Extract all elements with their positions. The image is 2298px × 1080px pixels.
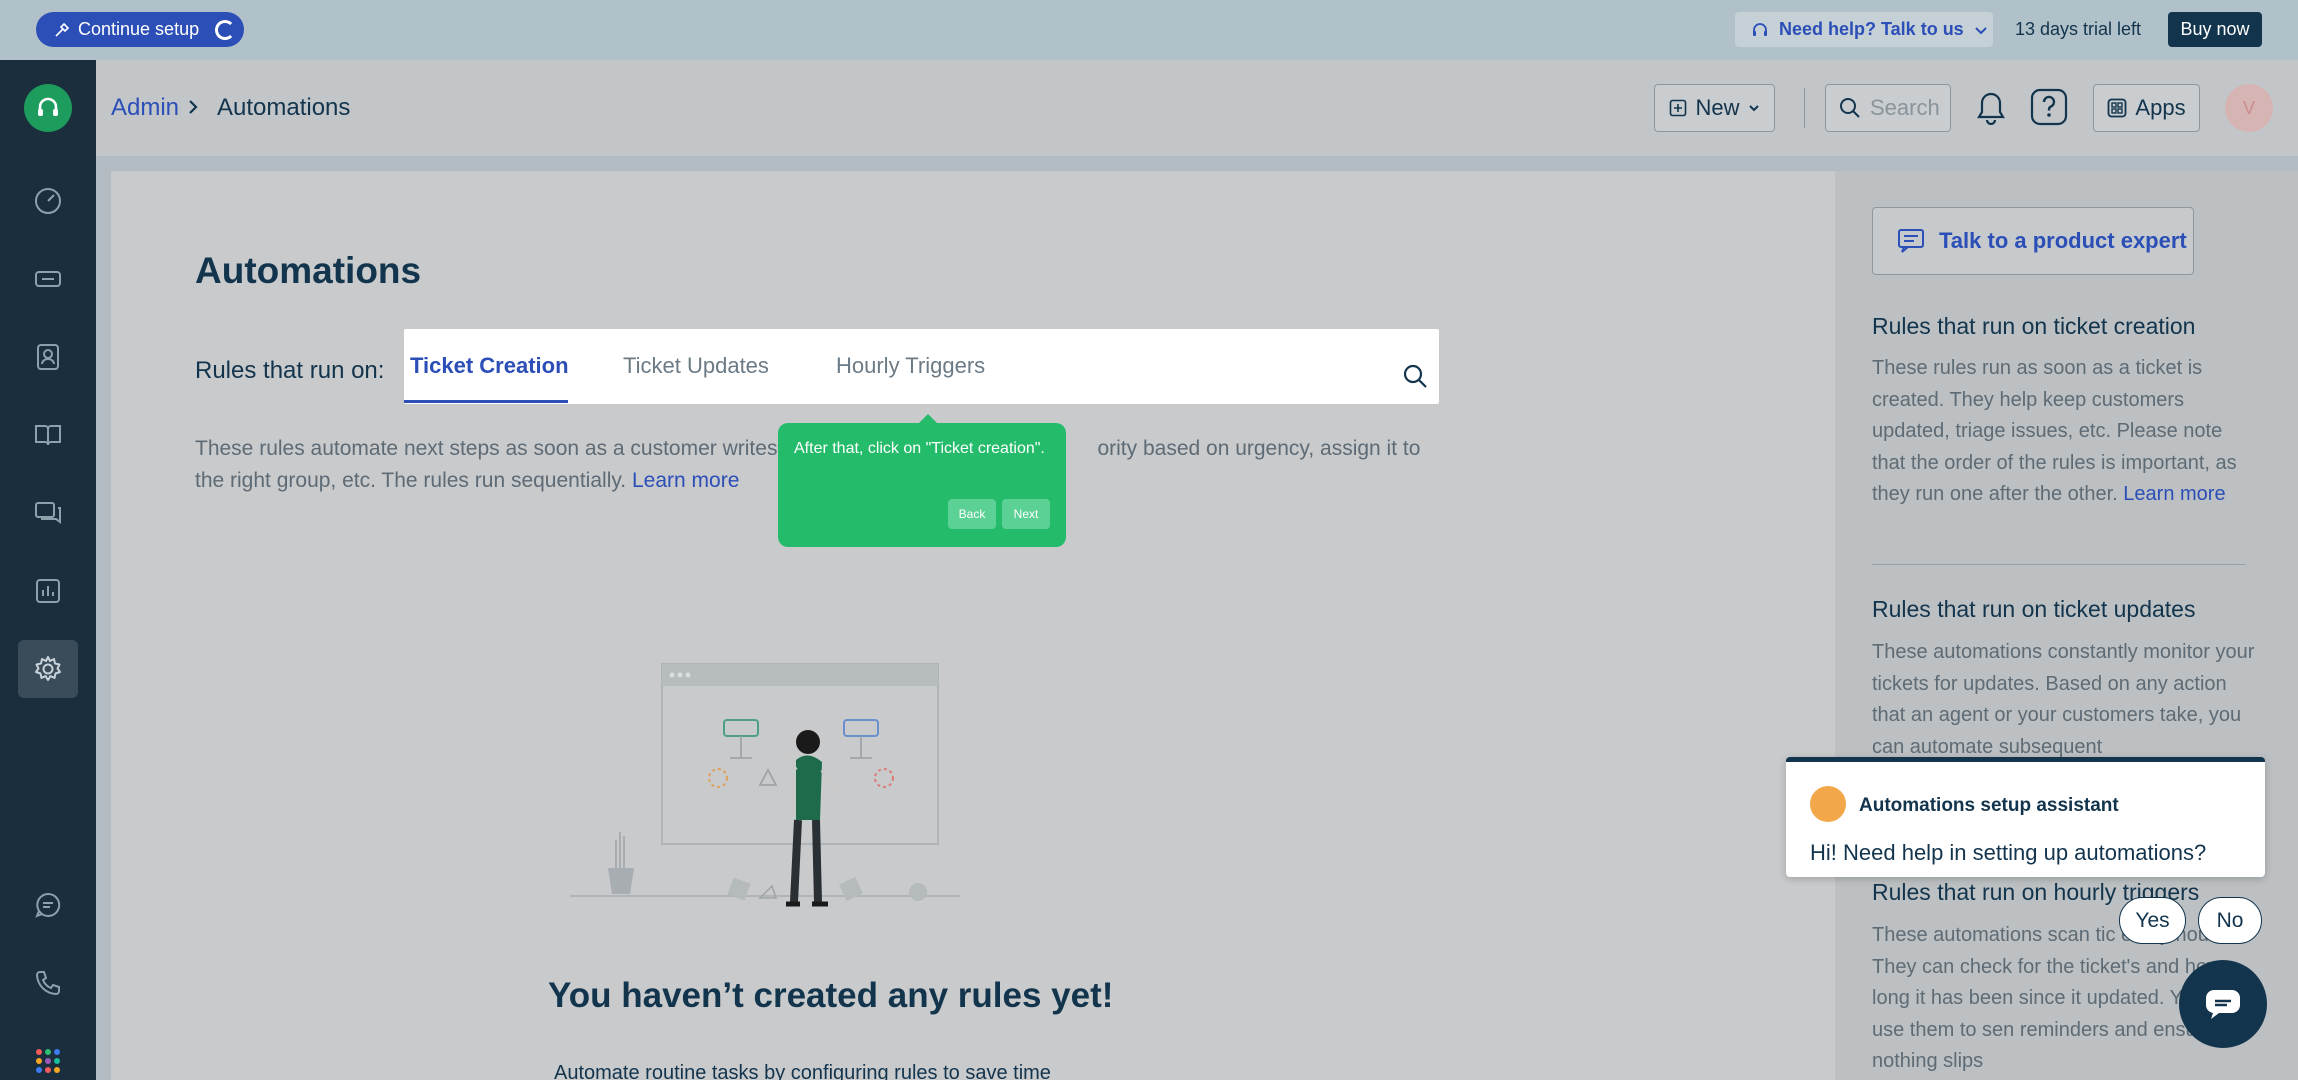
top-header — [96, 60, 2298, 156]
tour-next-button[interactable]: Next — [1002, 499, 1050, 529]
search-icon[interactable] — [1402, 363, 1428, 389]
rules-tabs: Ticket Creation Ticket Updates Hourly Tr… — [404, 329, 1439, 404]
sidebar-item-tickets[interactable] — [18, 250, 78, 308]
sidebar-item-analytics[interactable] — [18, 562, 78, 620]
bell-icon[interactable] — [1975, 91, 2007, 125]
assistant-message: Hi! Need help in setting up automations? — [1810, 840, 2207, 865]
chat-message-icon — [1897, 228, 1925, 254]
ticket-icon — [33, 264, 63, 294]
continue-setup-label: Continue setup — [78, 19, 200, 39]
guided-tour-tooltip: After that, click on "Ticket creation". … — [778, 414, 1066, 547]
section-text-updates: These automations constantly monitor you… — [1872, 641, 2255, 758]
analytics-icon — [33, 576, 63, 606]
header-divider — [1804, 88, 1805, 128]
chat-bubble-icon — [33, 890, 63, 920]
chat-launcher-button[interactable] — [2179, 960, 2267, 1048]
buy-now-button[interactable]: Buy now — [2168, 12, 2262, 47]
sidebar-item-forums[interactable] — [18, 484, 78, 542]
headset-icon — [1751, 21, 1769, 39]
description-text-start: These rules automate next steps as soon … — [195, 437, 778, 460]
sidebar-item-contacts[interactable] — [18, 328, 78, 386]
breadcrumb-admin-link[interactable]: Admin — [111, 94, 179, 122]
trial-days-text: 13 days trial left — [2015, 19, 2142, 39]
new-button[interactable]: New — [1654, 84, 1775, 132]
book-icon — [33, 420, 63, 450]
assistant-yes-button[interactable]: Yes — [2119, 897, 2186, 944]
tab-hourly-triggers[interactable]: Hourly Triggers — [836, 353, 985, 379]
brand-logo-icon[interactable] — [24, 84, 72, 132]
sidebar — [0, 60, 96, 1080]
search-icon — [1838, 96, 1862, 120]
section-heading-updates: Rules that run on ticket updates — [1872, 596, 2196, 622]
tools-icon — [54, 22, 70, 38]
assistant-no-button[interactable]: No — [2198, 897, 2262, 944]
apps-button[interactable]: Apps — [2093, 84, 2200, 132]
empty-state-subtitle: Automate routine tasks by configuring ru… — [554, 1062, 1051, 1080]
empty-state-illustration — [560, 650, 970, 920]
need-help-button[interactable]: Need help? Talk to us — [1735, 12, 1993, 47]
chevron-right-icon — [188, 96, 200, 118]
chevron-down-icon — [1748, 102, 1760, 114]
sidebar-item-phone[interactable] — [18, 954, 78, 1012]
apps-label: Apps — [2135, 95, 2186, 120]
gear-icon — [33, 654, 63, 684]
section-text-creation: These rules run as soon as a ticket is c… — [1872, 353, 2257, 511]
help-question-icon[interactable] — [2030, 88, 2068, 126]
rules-run-on-label: Rules that run on: — [195, 357, 385, 384]
sidebar-item-solutions[interactable] — [18, 406, 78, 464]
assistant-name: Automations setup assistant — [1859, 795, 2119, 816]
chevron-down-icon — [1974, 23, 1988, 37]
phone-icon — [33, 968, 63, 998]
section-heading-creation: Rules that run on ticket creation — [1872, 313, 2196, 339]
learn-more-link[interactable]: Learn more — [632, 469, 739, 492]
plus-square-icon — [1669, 99, 1687, 117]
talk-to-expert-button[interactable]: Talk to a product expert — [1872, 207, 2194, 275]
learn-more-link[interactable]: Learn more — [2123, 483, 2225, 505]
main-content — [111, 171, 1835, 1080]
search-placeholder: Search — [1870, 95, 1940, 120]
need-help-label: Need help? Talk to us — [1779, 19, 1964, 39]
tab-ticket-updates[interactable]: Ticket Updates — [623, 353, 769, 379]
setup-assistant-popup: Automations setup assistant Hi! Need hel… — [1786, 757, 2265, 877]
bot-avatar-icon — [1810, 786, 1846, 822]
section-divider — [1872, 564, 2246, 565]
user-avatar[interactable]: V — [2225, 84, 2273, 132]
active-tab-indicator — [404, 400, 568, 403]
breadcrumb-current: Automations — [217, 94, 351, 121]
app-switcher-icon[interactable] — [18, 1032, 78, 1080]
continue-setup-button[interactable]: Continue setup — [36, 12, 244, 47]
sidebar-item-dashboard[interactable] — [18, 172, 78, 230]
trial-banner: Continue setup Need help? Talk to us 13 … — [0, 0, 2298, 60]
conversation-icon — [33, 498, 63, 528]
tour-back-button[interactable]: Back — [948, 499, 996, 529]
contact-icon — [33, 342, 63, 372]
page-title: Automations — [195, 250, 422, 291]
new-button-label: New — [1695, 95, 1740, 120]
apps-icon — [2107, 98, 2127, 118]
tour-text: After that, click on "Ticket creation". — [794, 440, 1045, 457]
empty-state-title: You haven’t created any rules yet! — [548, 976, 1114, 1015]
tab-ticket-creation[interactable]: Ticket Creation — [410, 353, 569, 379]
talk-to-expert-label: Talk to a product expert — [1939, 228, 2187, 253]
sidebar-item-chat[interactable] — [18, 876, 78, 934]
progress-spinner-icon — [215, 19, 236, 40]
sidebar-item-admin[interactable] — [18, 640, 78, 698]
search-input[interactable]: Search — [1825, 84, 1951, 132]
chat-widget-icon — [2203, 987, 2243, 1021]
dashboard-gauge-icon — [33, 186, 63, 216]
